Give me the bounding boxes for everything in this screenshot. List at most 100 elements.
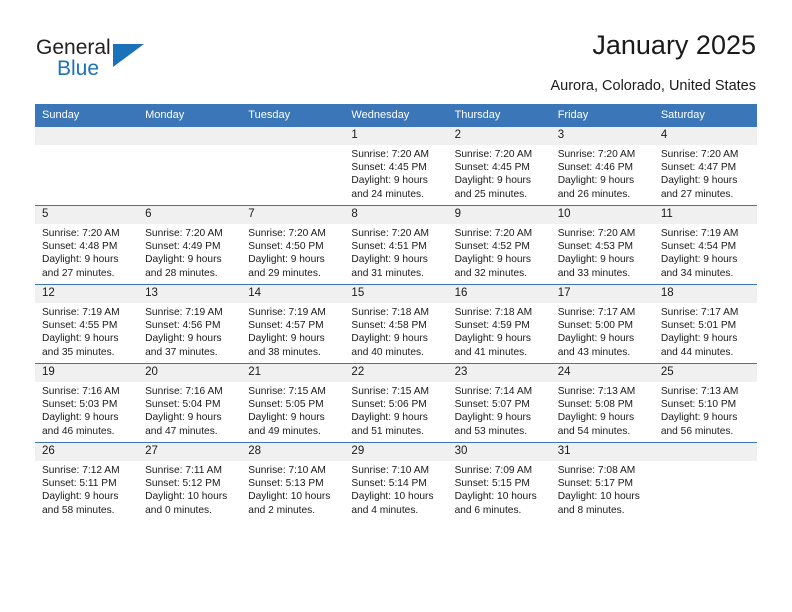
daylight-text: Daylight: 9 hours and 54 minutes. <box>557 412 635 437</box>
sunset-text: Sunset: 4:45 PM <box>351 162 427 174</box>
sunrise-text: Sunrise: 7:20 AM <box>660 149 739 160</box>
daylight-text: Daylight: 9 hours and 40 minutes. <box>351 333 428 358</box>
calendar-day-cell[interactable]: 5 Sunrise: 7:20 AM Sunset: 4:48 PM Daylight… <box>35 205 139 285</box>
day-number: 15 <box>344 285 448 303</box>
sunrise-text: Sunrise: 7:19 AM <box>145 307 223 318</box>
calendar-day-cell[interactable]: 1 Sunrise: 7:20 AM Sunset: 4:45 PM Daylight… <box>344 126 448 206</box>
calendar-day-cell[interactable]: 11 Sunrise: 7:19 AM Sunset: 4:54 PM Dayligh… <box>653 205 757 285</box>
daylight-text: Daylight: 10 hours and 0 minutes. <box>145 491 228 516</box>
sunset-text: Sunset: 4:53 PM <box>557 241 634 253</box>
calendar-week-row: 5 Sunrise: 7:20 AM Sunset: 4:48 PM Daylight… <box>35 205 757 285</box>
sunset-text: Sunset: 5:15 PM <box>454 478 530 490</box>
calendar-day-cell[interactable]: 26 Sunrise: 7:12 AM Sunset: 5:11 PM Dayligh… <box>35 442 139 521</box>
calendar-day-cell[interactable]: 30 Sunrise: 7:09 AM Sunset: 5:15 PM Dayligh… <box>447 442 551 521</box>
calendar-day-cell[interactable]: 27 Sunrise: 7:11 AM Sunset: 5:12 PM Dayligh… <box>138 442 242 521</box>
sunset-text: Sunset: 4:54 PM <box>660 241 737 253</box>
calendar-day-cell[interactable]: 31 Sunrise: 7:08 AM Sunset: 5:17 PM Dayligh… <box>550 442 654 521</box>
calendar-cell-empty <box>241 126 345 206</box>
day-details: Sunrise: 7:19 AM Sunset: 4:55 PM Daylight:… <box>35 303 138 359</box>
calendar-day-cell[interactable]: 15 Sunrise: 7:18 AM Sunset: 4:58 PM Dayligh… <box>344 284 448 364</box>
day-details: Sunrise: 7:10 AM Sunset: 5:13 PM Daylight:… <box>241 461 344 517</box>
day-number: 25 <box>653 364 757 382</box>
calendar-day-cell[interactable]: 17 Sunrise: 7:17 AM Sunset: 5:00 PM Dayligh… <box>550 284 654 364</box>
sunset-text: Sunset: 4:56 PM <box>145 320 221 332</box>
weekday-header-sunday: Sunday <box>35 104 139 127</box>
day-details: Sunrise: 7:20 AM Sunset: 4:45 PM Daylight:… <box>344 145 447 201</box>
calendar-day-cell[interactable]: 13 Sunrise: 7:19 AM Sunset: 4:56 PM Dayligh… <box>138 284 242 364</box>
calendar-day-cell[interactable]: 28 Sunrise: 7:10 AM Sunset: 5:13 PM Dayligh… <box>241 442 345 521</box>
sunrise-text: Sunrise: 7:20 AM <box>351 228 430 239</box>
daylight-text: Daylight: 9 hours and 35 minutes. <box>42 333 119 358</box>
daylight-text: Daylight: 9 hours and 26 minutes. <box>557 175 635 200</box>
calendar-day-cell[interactable]: 21 Sunrise: 7:15 AM Sunset: 5:05 PM Dayligh… <box>241 363 345 443</box>
sunrise-text: Sunrise: 7:10 AM <box>248 465 326 476</box>
sunset-text: Sunset: 4:50 PM <box>248 241 324 253</box>
day-details: Sunrise: 7:18 AM Sunset: 4:59 PM Daylight:… <box>448 303 551 359</box>
day-number: 14 <box>241 285 345 303</box>
calendar-day-cell[interactable]: 8 Sunrise: 7:20 AM Sunset: 4:51 PM Daylight… <box>344 205 448 285</box>
sunset-text: Sunset: 4:58 PM <box>351 320 427 332</box>
sunset-text: Sunset: 5:05 PM <box>248 399 324 411</box>
day-details: Sunrise: 7:20 AM Sunset: 4:52 PM Daylight:… <box>448 224 551 280</box>
calendar-week-row: 1 Sunrise: 7:20 AM Sunset: 4:45 PM Daylight… <box>35 126 757 206</box>
sunset-text: Sunset: 4:49 PM <box>145 241 221 253</box>
day-details: Sunrise: 7:16 AM Sunset: 5:04 PM Daylight:… <box>138 382 241 438</box>
sunset-text: Sunset: 5:12 PM <box>145 478 221 490</box>
page-title: January 2025 <box>592 30 756 60</box>
sunrise-text: Sunrise: 7:17 AM <box>660 307 739 318</box>
calendar-day-cell[interactable]: 29 Sunrise: 7:10 AM Sunset: 5:14 PM Dayligh… <box>344 442 448 521</box>
calendar-day-cell[interactable]: 2 Sunrise: 7:20 AM Sunset: 4:45 PM Daylight… <box>447 126 551 206</box>
day-number: 27 <box>138 443 242 461</box>
daylight-text: Daylight: 9 hours and 28 minutes. <box>145 254 222 279</box>
daylight-text: Daylight: 9 hours and 49 minutes. <box>248 412 325 437</box>
calendar-day-cell[interactable]: 23 Sunrise: 7:14 AM Sunset: 5:07 PM Dayligh… <box>447 363 551 443</box>
day-details: Sunrise: 7:19 AM Sunset: 4:56 PM Daylight:… <box>138 303 241 359</box>
day-details: Sunrise: 7:19 AM Sunset: 4:57 PM Daylight:… <box>241 303 344 359</box>
calendar-day-cell[interactable]: 20 Sunrise: 7:16 AM Sunset: 5:04 PM Dayligh… <box>138 363 242 443</box>
calendar-day-cell[interactable]: 4 Sunrise: 7:20 AM Sunset: 4:47 PM Daylight… <box>653 126 757 206</box>
brand-name-bottom: Blue <box>57 57 100 80</box>
calendar-cell-empty <box>653 442 757 521</box>
calendar-cell-empty <box>138 126 242 206</box>
calendar-day-cell[interactable]: 16 Sunrise: 7:18 AM Sunset: 4:59 PM Dayligh… <box>447 284 551 364</box>
brand-logo[interactable]: General Blue <box>36 36 166 84</box>
day-number: 6 <box>138 206 242 224</box>
daylight-text: Daylight: 9 hours and 46 minutes. <box>42 412 119 437</box>
calendar-day-cell[interactable]: 9 Sunrise: 7:20 AM Sunset: 4:52 PM Daylight… <box>447 205 551 285</box>
calendar-day-cell[interactable]: 18 Sunrise: 7:17 AM Sunset: 5:01 PM Dayligh… <box>653 284 757 364</box>
daylight-text: Daylight: 9 hours and 34 minutes. <box>660 254 738 279</box>
day-number <box>138 127 242 145</box>
sunset-text: Sunset: 4:59 PM <box>454 320 530 332</box>
sunrise-text: Sunrise: 7:20 AM <box>454 228 533 239</box>
sunset-text: Sunset: 4:52 PM <box>454 241 530 253</box>
daylight-text: Daylight: 9 hours and 31 minutes. <box>351 254 428 279</box>
calendar-day-cell[interactable]: 6 Sunrise: 7:20 AM Sunset: 4:49 PM Daylight… <box>138 205 242 285</box>
day-number: 1 <box>344 127 448 145</box>
calendar-day-cell[interactable]: 10 Sunrise: 7:20 AM Sunset: 4:53 PM Dayligh… <box>550 205 654 285</box>
calendar-day-cell[interactable]: 7 Sunrise: 7:20 AM Sunset: 4:50 PM Daylight… <box>241 205 345 285</box>
day-number <box>35 127 139 145</box>
day-number: 29 <box>344 443 448 461</box>
sunset-text: Sunset: 4:45 PM <box>454 162 530 174</box>
daylight-text: Daylight: 9 hours and 53 minutes. <box>454 412 532 437</box>
day-details: Sunrise: 7:20 AM Sunset: 4:50 PM Daylight:… <box>241 224 344 280</box>
day-number: 8 <box>344 206 448 224</box>
sunset-text: Sunset: 5:17 PM <box>557 478 634 490</box>
weekday-header-tuesday: Tuesday <box>241 104 345 127</box>
calendar-day-cell[interactable]: 14 Sunrise: 7:19 AM Sunset: 4:57 PM Dayligh… <box>241 284 345 364</box>
calendar-day-cell[interactable]: 12 Sunrise: 7:19 AM Sunset: 4:55 PM Dayligh… <box>35 284 139 364</box>
day-number: 16 <box>447 285 551 303</box>
page-header: General Blue January 2025 Aurora, Colora… <box>0 0 792 104</box>
day-number: 31 <box>550 443 654 461</box>
calendar-day-cell[interactable]: 19 Sunrise: 7:16 AM Sunset: 5:03 PM Dayligh… <box>35 363 139 443</box>
day-number <box>653 443 757 461</box>
day-details: Sunrise: 7:20 AM Sunset: 4:51 PM Daylight:… <box>344 224 447 280</box>
calendar-head: Sunday Monday Tuesday Wednesday Thursday… <box>35 104 757 127</box>
calendar-day-cell[interactable]: 25 Sunrise: 7:13 AM Sunset: 5:10 PM Dayligh… <box>653 363 757 443</box>
calendar-day-cell[interactable]: 3 Sunrise: 7:20 AM Sunset: 4:46 PM Daylight… <box>550 126 654 206</box>
calendar-day-cell[interactable]: 22 Sunrise: 7:15 AM Sunset: 5:06 PM Dayligh… <box>344 363 448 443</box>
calendar-day-cell[interactable]: 24 Sunrise: 7:13 AM Sunset: 5:08 PM Dayligh… <box>550 363 654 443</box>
day-number: 4 <box>653 127 757 145</box>
sunrise-text: Sunrise: 7:14 AM <box>454 386 533 397</box>
day-details: Sunrise: 7:10 AM Sunset: 5:14 PM Daylight:… <box>344 461 447 517</box>
